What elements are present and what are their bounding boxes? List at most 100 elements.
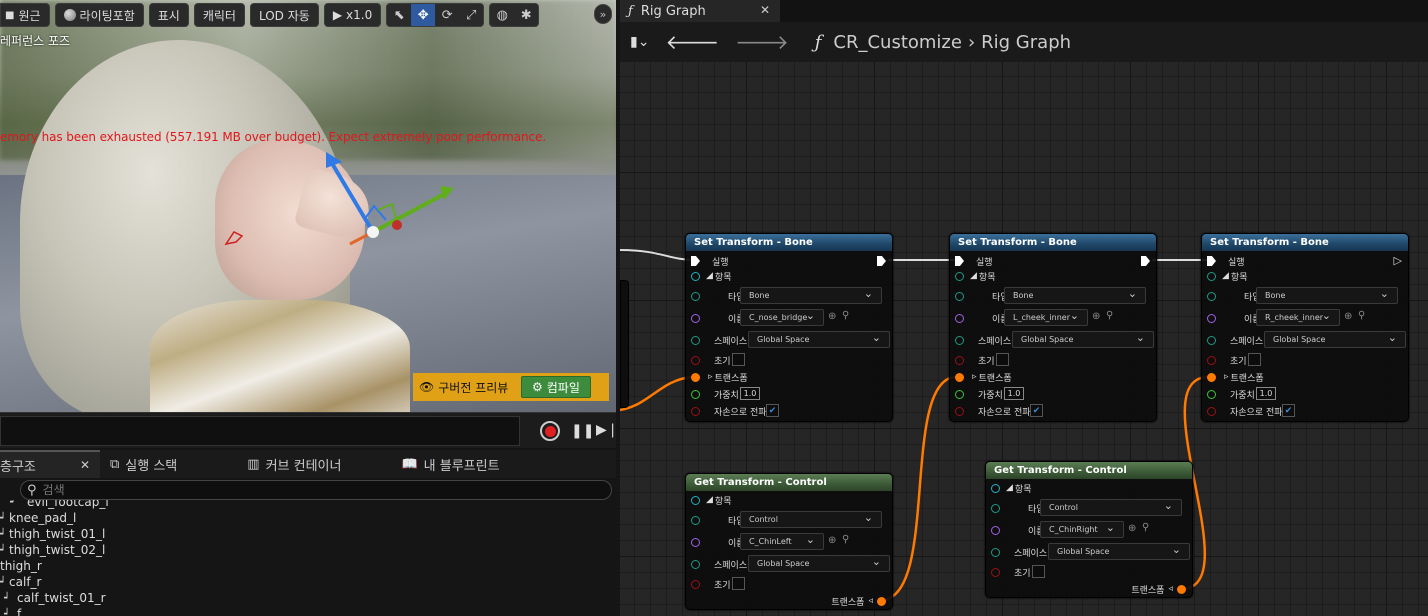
transform-pin[interactable] — [1207, 372, 1216, 382]
expand-icon[interactable]: ▹ — [972, 372, 977, 382]
space-dropdown[interactable]: Global Space — [1264, 331, 1406, 348]
tab-hierarchy[interactable]: 층구조 ✕ — [0, 450, 100, 478]
collapse-icon[interactable]: ◃ — [1168, 584, 1173, 594]
get-transform-node[interactable]: Get Transform - Control ◢항목 타입 Control 이… — [985, 461, 1193, 598]
type-dropdown[interactable]: Bone — [1256, 287, 1398, 304]
initial-checkbox[interactable] — [732, 353, 745, 366]
close-icon[interactable]: ✕ — [760, 3, 770, 17]
space-dropdown[interactable]: Global Space — [748, 331, 890, 348]
breadcrumb-item[interactable]: Rig Graph — [981, 32, 1071, 53]
get-transform-node[interactable]: Get Transform - Control ◢항목 타입 Control 이… — [685, 473, 893, 610]
toolbar-expand-icon[interactable]: » — [594, 4, 612, 24]
propagate-checkbox[interactable]: ✔ — [766, 404, 779, 417]
type-pin[interactable] — [991, 503, 1000, 513]
propagate-pin[interactable] — [691, 406, 700, 416]
record-button[interactable] — [540, 421, 560, 441]
space-pin[interactable] — [1207, 335, 1216, 345]
type-pin[interactable] — [955, 291, 964, 301]
expand-icon[interactable]: ◢ — [970, 271, 977, 281]
space-pin[interactable] — [691, 335, 700, 345]
name-pin[interactable] — [955, 313, 964, 323]
exec-in-pin[interactable] — [691, 256, 700, 266]
compile-button[interactable]: ⚙ 컴파일 — [521, 376, 591, 398]
play-forward-button[interactable]: ▶❘ — [596, 422, 619, 438]
name-pin[interactable] — [691, 313, 700, 323]
back-arrow-icon[interactable]: 🡐 — [665, 30, 719, 54]
close-icon[interactable]: ✕ — [80, 458, 90, 472]
expand-icon[interactable]: ▹ — [708, 372, 713, 382]
tab-my-blueprint[interactable]: 📖 내 블루프린트 — [391, 450, 509, 478]
breadcrumb-item[interactable]: CR_Customize — [833, 32, 962, 53]
world-space-icon[interactable]: ◍ — [490, 4, 514, 26]
item-pin[interactable] — [991, 483, 1000, 493]
initial-pin[interactable] — [1207, 355, 1216, 365]
item-pin[interactable] — [955, 271, 964, 281]
space-pin[interactable] — [955, 335, 964, 345]
initial-checkbox[interactable] — [732, 577, 745, 590]
item-pin[interactable] — [691, 271, 700, 281]
exec-out-pin-empty[interactable]: ▷ — [1394, 254, 1402, 267]
tab-execution-stack[interactable]: ⧉ 실행 스택 — [100, 450, 187, 478]
propagate-pin[interactable] — [955, 406, 964, 416]
expand-icon[interactable]: ▹ — [1224, 372, 1229, 382]
tree-item[interactable]: ┙ evil_footcap_l — [0, 500, 616, 510]
name-dropdown[interactable]: C_ChinRight — [1040, 521, 1124, 538]
tree-item[interactable]: ┙ knee_pad_l — [0, 510, 616, 526]
space-dropdown[interactable]: Global Space — [748, 555, 890, 572]
weight-input[interactable]: 1.0 — [1004, 387, 1024, 400]
set-transform-node[interactable]: Set Transform - Bone ▷ 실행 ◢항목 타입 Bone 이름… — [1201, 233, 1409, 422]
name-dropdown[interactable]: C_nose_bridge — [740, 309, 824, 326]
browse-icon[interactable]: ⊕ — [1092, 311, 1100, 322]
pause-button[interactable]: ❚❚ — [571, 423, 594, 439]
search-icon[interactable]: ⚲ — [1106, 310, 1113, 321]
weight-pin[interactable] — [691, 389, 700, 399]
browse-icon[interactable]: ⊕ — [1128, 523, 1136, 534]
expand-icon[interactable]: ◢ — [1222, 271, 1229, 281]
tree-item[interactable]: thigh_r — [0, 558, 616, 574]
preview-viewport[interactable]: ■ 원근 라이팅포함 표시 캐릭터 LOD 자동 ▶ x1.0 ⬉ ✥ ⟳ ⤢ ◍ … — [0, 0, 616, 412]
forward-arrow-icon[interactable]: 🡒 — [735, 30, 789, 54]
rotate-mode-icon[interactable]: ⟳ — [435, 4, 459, 26]
exec-in-pin[interactable] — [955, 256, 964, 266]
transform-out-pin[interactable] — [877, 596, 886, 606]
lod-button[interactable]: LOD 자동 — [249, 3, 319, 27]
exec-out-pin[interactable] — [1141, 256, 1150, 266]
transform-pin[interactable] — [691, 372, 700, 382]
expand-icon[interactable]: ◢ — [706, 495, 713, 505]
transform-out-pin[interactable] — [1177, 584, 1186, 594]
weight-input[interactable]: 1.0 — [1256, 387, 1276, 400]
tree-item[interactable]: ┙ calf_twist_01_r — [0, 590, 616, 606]
expand-icon[interactable]: ◢ — [1006, 483, 1013, 493]
timeline-track[interactable] — [0, 416, 520, 446]
initial-pin[interactable] — [691, 579, 700, 589]
type-dropdown[interactable]: Control — [740, 511, 882, 528]
browse-icon[interactable]: ⊕ — [828, 535, 836, 546]
initial-checkbox[interactable] — [1032, 565, 1045, 578]
character-button[interactable]: 캐릭터 — [193, 3, 245, 27]
initial-checkbox[interactable] — [996, 353, 1009, 366]
name-dropdown[interactable]: C_ChinLeft — [740, 533, 824, 550]
search-icon[interactable]: ⚲ — [1142, 522, 1149, 533]
exec-out-pin[interactable] — [877, 256, 886, 266]
name-pin[interactable] — [1207, 313, 1216, 323]
type-pin[interactable] — [691, 291, 700, 301]
search-icon[interactable]: ⚲ — [842, 310, 849, 321]
bookmark-icon[interactable]: ▮⌄ — [630, 34, 649, 50]
set-transform-node[interactable]: Set Transform - Bone 실행 ◢항목 타입 Bone 이름 L… — [949, 233, 1157, 422]
propagate-checkbox[interactable]: ✔ — [1030, 404, 1043, 417]
set-transform-node[interactable]: Set Transform - Bone 실행 ◢항목 타입 Bone 이름 C… — [685, 233, 893, 422]
item-pin[interactable] — [1207, 271, 1216, 281]
scale-mode-icon[interactable]: ⤢ — [459, 4, 483, 26]
browse-icon[interactable]: ⊕ — [828, 311, 836, 322]
search-icon[interactable]: ⚲ — [842, 534, 849, 545]
exec-in-pin[interactable] — [1207, 256, 1216, 266]
space-pin[interactable] — [691, 559, 700, 569]
search-icon[interactable]: ⚲ — [1358, 310, 1365, 321]
playback-speed-button[interactable]: ▶ x1.0 — [323, 3, 382, 27]
type-pin[interactable] — [1207, 291, 1216, 301]
hierarchy-search[interactable]: ⚲ — [20, 480, 612, 500]
tree-item[interactable]: ┙ f — [0, 606, 616, 616]
space-dropdown[interactable]: Global Space — [1048, 543, 1190, 560]
expand-icon[interactable]: ◢ — [706, 271, 713, 281]
initial-pin[interactable] — [991, 567, 1000, 577]
